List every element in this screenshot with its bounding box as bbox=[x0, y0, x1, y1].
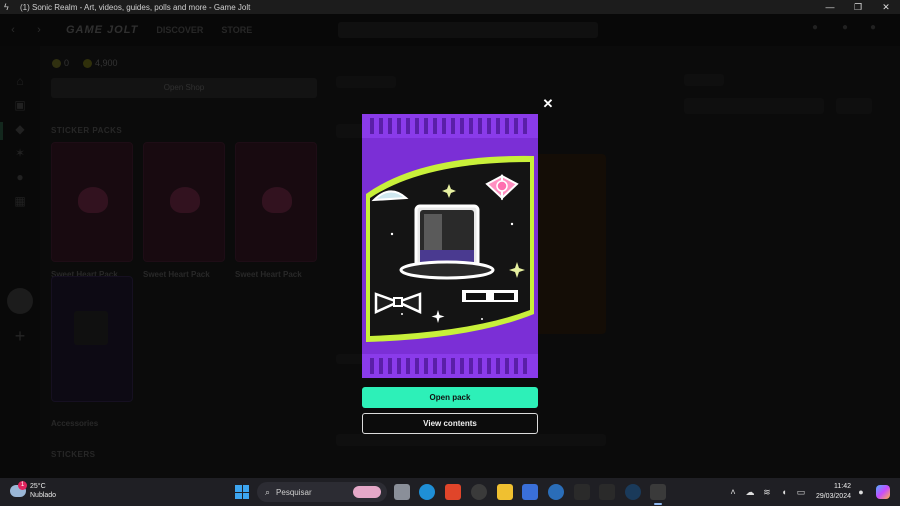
minimize-button[interactable]: — bbox=[816, 0, 844, 14]
steam-alt-icon[interactable] bbox=[548, 484, 564, 500]
steam-icon[interactable] bbox=[625, 484, 641, 500]
pixel-sunglasses-icon bbox=[462, 290, 518, 302]
view-contents-button[interactable]: View contents bbox=[362, 413, 538, 434]
battery-icon[interactable]: ▭ bbox=[794, 487, 808, 498]
edge-icon[interactable] bbox=[419, 484, 435, 500]
taskbar-search[interactable]: ⌕ Pesquisar bbox=[257, 482, 387, 502]
weather-desc: Nublado bbox=[30, 492, 57, 499]
weather-widget[interactable]: 1 25°C Nublado bbox=[10, 481, 56, 500]
close-modal-icon[interactable]: ✕ bbox=[541, 97, 555, 111]
close-window-button[interactable]: ✕ bbox=[872, 0, 900, 14]
weather-text: 25°C Nublado bbox=[30, 482, 56, 500]
search-icon: ⌕ bbox=[265, 486, 271, 497]
volume-icon[interactable]: ◖ bbox=[777, 487, 791, 497]
restore-button[interactable]: ❐ bbox=[844, 0, 872, 14]
window-controls: — ❐ ✕ bbox=[816, 0, 900, 14]
dell-icon[interactable] bbox=[471, 484, 487, 500]
system-tray: ˄ ☁ ≋ ◖ ▭ 11:42 29/03/2024 ● bbox=[723, 478, 900, 506]
brave-icon[interactable] bbox=[445, 484, 461, 500]
windows-start-icon[interactable] bbox=[235, 485, 249, 499]
windows-taskbar: 1 25°C Nublado ⌕ Pesquisar ˄ ☁ ≋ ◖ ▭ 11:… bbox=[0, 478, 900, 506]
notifications-bell-icon[interactable]: ● bbox=[854, 487, 868, 497]
task-view-icon[interactable] bbox=[394, 484, 410, 500]
window-title: (1) Sonic Realm - Art, videos, guides, p… bbox=[20, 2, 251, 12]
top-hat-icon bbox=[399, 204, 495, 280]
open-pack-button[interactable]: Open pack bbox=[362, 387, 538, 408]
copilot-icon[interactable] bbox=[876, 485, 890, 499]
file-explorer-icon[interactable] bbox=[497, 484, 513, 500]
wifi-icon[interactable]: ≋ bbox=[760, 487, 774, 498]
weather-temp: 25°C bbox=[30, 483, 46, 490]
clock-date: 29/03/2024 bbox=[815, 493, 851, 500]
accessories-pack-art bbox=[362, 114, 538, 378]
clock[interactable]: 11:42 29/03/2024 bbox=[816, 482, 851, 502]
gamejolt-bolt-icon: ϟ bbox=[4, 2, 9, 12]
search-placeholder: Pesquisar bbox=[276, 487, 312, 497]
gamejolt-active-icon[interactable] bbox=[650, 484, 666, 500]
clock-time: 11:42 bbox=[834, 483, 851, 490]
cloud-icon: 1 bbox=[10, 481, 27, 497]
search-highlight-decoration bbox=[353, 486, 381, 498]
gamejolt-app-icon[interactable] bbox=[599, 484, 615, 500]
window-titlebar: ϟ (1) Sonic Realm - Art, videos, guides,… bbox=[0, 0, 900, 14]
notification-badge: 1 bbox=[18, 481, 27, 490]
cloud-sync-icon[interactable]: ☁ bbox=[743, 487, 757, 498]
chevron-up-icon[interactable]: ˄ bbox=[726, 487, 740, 497]
microsoft-store-icon[interactable] bbox=[522, 484, 538, 500]
active-app-indicator bbox=[654, 503, 662, 505]
epic-games-icon[interactable] bbox=[574, 484, 590, 500]
